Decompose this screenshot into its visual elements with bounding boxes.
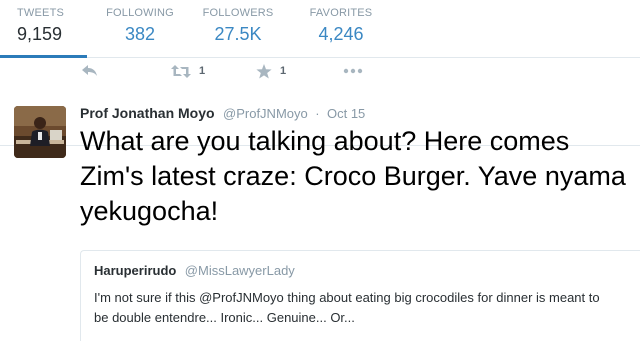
stat-tweets-label: TWEETS	[17, 7, 65, 19]
author-username[interactable]: @ProfJNMoyo	[223, 106, 308, 121]
quoted-author-username: @MissLawyerLady	[184, 263, 295, 278]
favorite-button[interactable]: 1	[256, 62, 286, 80]
tweet-action-bar: 1 1	[0, 58, 640, 146]
stat-favorites-label: FAVORITES	[309, 7, 373, 19]
quoted-tweet-text: I'm not sure if this @ProfJNMoyo thing a…	[94, 290, 600, 325]
profile-stats-bar: TWEETS 9,159 FOLLOWING 382 FOLLOWERS 27.…	[0, 0, 640, 58]
stat-followers-value: 27.5K	[214, 24, 262, 44]
stat-followers[interactable]: FOLLOWERS 27.5K	[196, 6, 280, 46]
header-separator: ·	[315, 106, 320, 121]
reply-button[interactable]	[82, 62, 98, 80]
tweet[interactable]: Prof Jonathan Moyo @ProfJNMoyo · Oct 15 …	[0, 92, 640, 341]
stat-favorites[interactable]: FAVORITES 4,246	[303, 6, 379, 46]
stat-following-label: FOLLOWING	[106, 7, 174, 19]
quoted-tweet-header: Haruperirudo @MissLawyerLady	[94, 262, 295, 280]
retweet-icon	[171, 64, 191, 78]
star-icon	[256, 63, 272, 78]
stat-tweets[interactable]: TWEETS 9,159	[17, 6, 64, 46]
more-options-button[interactable]	[343, 62, 363, 80]
tweet-timestamp[interactable]: Oct 15	[327, 106, 365, 121]
tweet-header: Prof Jonathan Moyo @ProfJNMoyo · Oct 15	[80, 104, 365, 122]
author-fullname[interactable]: Prof Jonathan Moyo	[80, 105, 215, 121]
stat-favorites-value: 4,246	[318, 24, 364, 44]
stat-following[interactable]: FOLLOWING 382	[98, 6, 182, 46]
reply-icon	[82, 65, 97, 76]
more-dots-icon	[343, 68, 363, 74]
quoted-tweet[interactable]: Haruperirudo @MissLawyerLady I'm not sur…	[80, 250, 640, 341]
stat-tweets-value: 9,159	[17, 24, 63, 44]
avatar[interactable]	[14, 106, 66, 158]
stat-followers-label: FOLLOWERS	[202, 7, 274, 19]
retweet-count: 1	[199, 65, 206, 77]
tweet-text: What are you talking about? Here comes Z…	[80, 126, 626, 226]
favorite-count: 1	[280, 65, 287, 77]
retweet-button[interactable]: 1	[171, 62, 205, 80]
quoted-author-fullname: Haruperirudo	[94, 263, 177, 278]
stat-following-value: 382	[124, 24, 156, 44]
